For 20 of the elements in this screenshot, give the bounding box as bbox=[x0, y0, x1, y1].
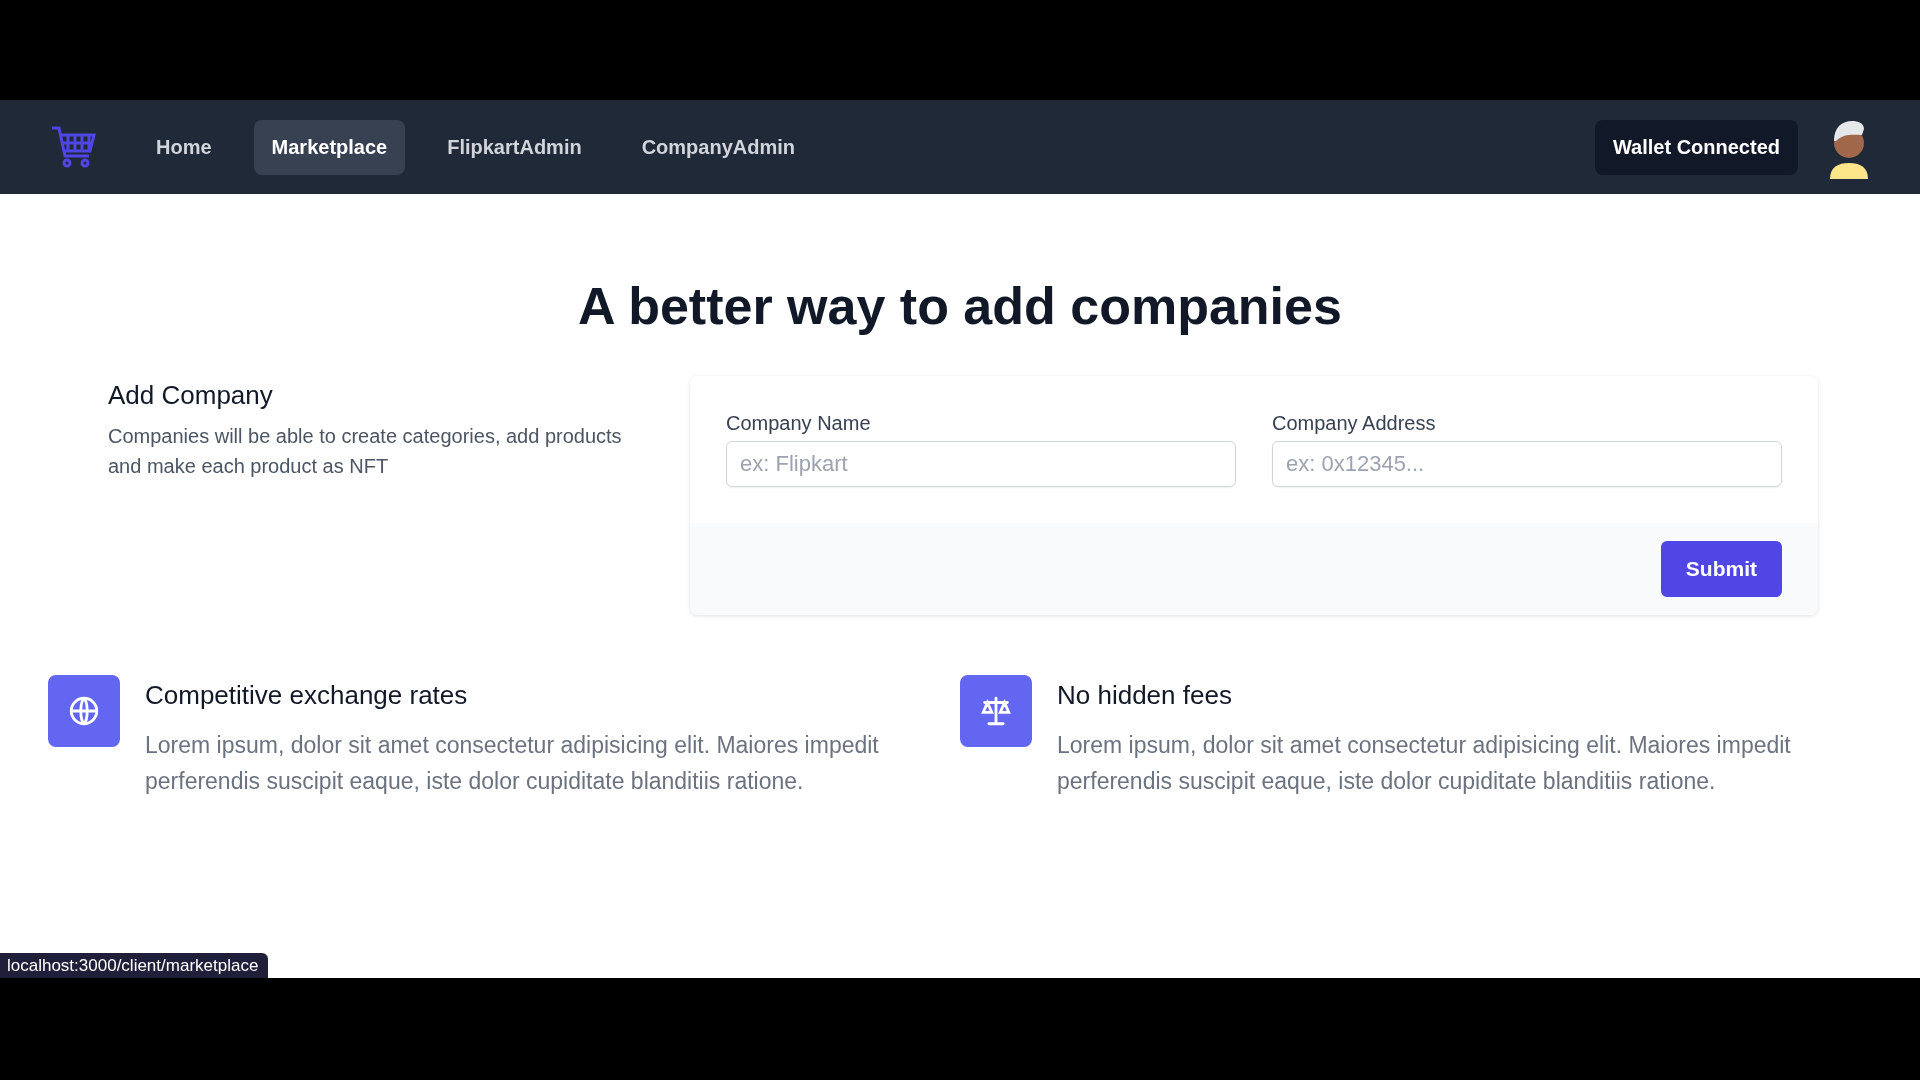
section-description: Companies will be able to create categories, add products and make each product as NFT bbox=[108, 424, 623, 479]
feature-title: No hidden fees bbox=[1057, 680, 1233, 711]
scale-icon bbox=[979, 694, 1013, 728]
globe-icon bbox=[67, 694, 101, 728]
section-title: Add Company bbox=[108, 380, 274, 411]
wallet-button[interactable]: Wallet Connected bbox=[1594, 119, 1798, 175]
nav-tab[interactable]: Marketplace bbox=[253, 119, 406, 175]
nav-tab[interactable]: Home bbox=[138, 119, 230, 175]
input-field[interactable]: ex: Flipkart bbox=[726, 441, 1236, 487]
feature-description: Lorem ipsum, dolor sit amet consectetur adipisicing elit. Maiores impedit perferendis suscipit eaque, iste dolor cupiditate blanditiis ratione. bbox=[1057, 731, 1792, 796]
nav-tab[interactable]: CompanyAdmin bbox=[623, 119, 813, 175]
feature-description: Lorem ipsum, dolor sit amet consectetur adipisicing elit. Maiores impedit perferendis suscipit eaque, iste dolor cupiditate blanditiis ratione. bbox=[145, 731, 880, 796]
input-field[interactable]: ex: 0x12345... bbox=[1272, 441, 1782, 487]
nav-tab[interactable]: FlipkartAdmin bbox=[429, 119, 600, 175]
feature-title: Competitive exchange rates bbox=[145, 680, 469, 711]
page-heading: A better way to add companies bbox=[577, 276, 1343, 334]
status-bar-url: localhost:3000/client/marketplace bbox=[0, 953, 269, 978]
field-label: Company Address bbox=[1272, 412, 1437, 435]
field-label: Company Name bbox=[726, 412, 872, 435]
submit-button[interactable]: Submit bbox=[1660, 541, 1782, 597]
